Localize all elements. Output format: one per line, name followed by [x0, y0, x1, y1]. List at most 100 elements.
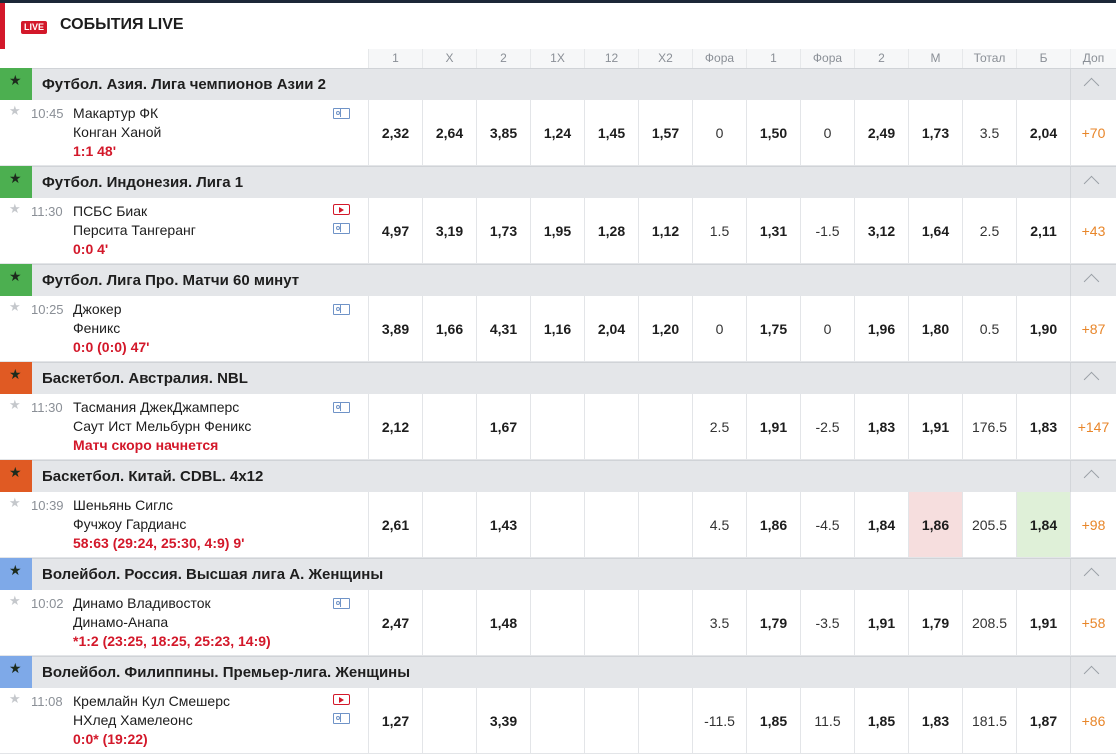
odds-cell[interactable]: 1,48 [476, 590, 530, 656]
team-home[interactable]: Динамо Владивосток [73, 595, 211, 611]
odds-cell[interactable]: -11.5 [692, 688, 746, 754]
odds-cell[interactable]: 11.5 [800, 688, 854, 754]
event-favorite-star-icon[interactable]: ★ [9, 300, 21, 313]
league-favorite-star-icon[interactable]: ★ [9, 661, 22, 675]
odds-cell[interactable]: 1,20 [638, 296, 692, 362]
league-header[interactable]: ★ Футбол. Индонезия. Лига 1 [0, 166, 1116, 199]
league-name[interactable]: Баскетбол. Китай. CDBL. 4x12 [42, 468, 263, 485]
team-away[interactable]: Фучжоу Гардианс [73, 516, 186, 532]
event-row[interactable]: 4,97 3,19 1,73 1,95 1,28 1,12 1.5 1,31 -1.5 3,12 1… [0, 198, 1116, 264]
odds-cell[interactable]: 1,73 [908, 100, 962, 166]
collapse-league-button[interactable] [1070, 69, 1116, 101]
odds-cell[interactable]: 1,84 [854, 492, 908, 558]
league-name[interactable]: Волейбол. Филиппины. Премьер-лига. Женщи… [42, 664, 410, 681]
odds-cell[interactable]: 0 [692, 296, 746, 362]
collapse-league-button[interactable] [1070, 265, 1116, 297]
odds-cell[interactable]: 4,31 [476, 296, 530, 362]
odds-cell[interactable]: 2,32 [368, 100, 422, 166]
event-row[interactable]: 2,61 1,43 4.5 1,86 -4.5 1,84 1,86 205.5 1,84 +98 ★… [0, 492, 1116, 558]
event-favorite-star-icon[interactable]: ★ [9, 202, 21, 215]
more-markets-link[interactable]: +147 [1070, 394, 1116, 460]
odds-cell[interactable]: 1,86 [746, 492, 800, 558]
odds-cell[interactable]: 1,12 [638, 198, 692, 264]
odds-cell[interactable]: 1,16 [530, 296, 584, 362]
team-home[interactable]: Макартур ФК [73, 105, 158, 121]
odds-cell[interactable]: 2,04 [584, 296, 638, 362]
odds-cell[interactable]: 1,85 [746, 688, 800, 754]
match-stats-icon[interactable] [333, 304, 350, 315]
event-row[interactable]: 2,12 1,67 2.5 1,91 -2.5 1,83 1,91 176.5 1,83 +147… [0, 394, 1116, 460]
odds-cell[interactable]: 1,27 [368, 688, 422, 754]
odds-cell[interactable]: 181.5 [962, 688, 1016, 754]
more-markets-link[interactable]: +98 [1070, 492, 1116, 558]
odds-cell[interactable]: 1,91 [854, 590, 908, 656]
odds-cell[interactable]: 176.5 [962, 394, 1016, 460]
event-favorite-star-icon[interactable]: ★ [9, 496, 21, 509]
league-name[interactable]: Футбол. Лига Про. Матчи 60 минут [42, 272, 299, 289]
collapse-league-button[interactable] [1070, 461, 1116, 493]
odds-cell[interactable]: 3.5 [692, 590, 746, 656]
league-header[interactable]: ★ Баскетбол. Китай. CDBL. 4x12 [0, 460, 1116, 493]
odds-cell[interactable]: 2,04 [1016, 100, 1070, 166]
odds-cell[interactable]: 1,85 [854, 688, 908, 754]
odds-cell[interactable]: 1,91 [746, 394, 800, 460]
odds-cell[interactable]: 1,79 [908, 590, 962, 656]
team-away[interactable]: Динамо-Анапа [73, 614, 168, 630]
league-favorite-star-icon[interactable]: ★ [9, 563, 22, 577]
team-home[interactable]: Кремлайн Кул Смешерс [73, 693, 230, 709]
odds-cell[interactable]: 1,90 [1016, 296, 1070, 362]
odds-cell[interactable]: 1,79 [746, 590, 800, 656]
odds-cell[interactable]: 1,50 [746, 100, 800, 166]
odds-cell[interactable]: -2.5 [800, 394, 854, 460]
odds-cell[interactable]: 4,97 [368, 198, 422, 264]
team-home[interactable]: Тасмания ДжекДжамперс [73, 399, 239, 415]
league-favorite-star-icon[interactable]: ★ [9, 465, 22, 479]
odds-cell[interactable]: 1,83 [908, 688, 962, 754]
collapse-league-button[interactable] [1070, 657, 1116, 689]
odds-cell[interactable]: 1,28 [584, 198, 638, 264]
odds-cell[interactable]: 1,87 [1016, 688, 1070, 754]
league-name[interactable]: Баскетбол. Австралия. NBL [42, 370, 248, 387]
odds-cell[interactable]: 1,43 [476, 492, 530, 558]
odds-cell[interactable]: 1,86 [908, 492, 962, 558]
event-row[interactable]: 2,32 2,64 3,85 1,24 1,45 1,57 0 1,50 0 2,49 1,73 3.… [0, 100, 1116, 166]
odds-cell[interactable]: 4.5 [692, 492, 746, 558]
odds-cell[interactable]: 2,12 [368, 394, 422, 460]
league-favorite-star-icon[interactable]: ★ [9, 367, 22, 381]
odds-cell[interactable]: -4.5 [800, 492, 854, 558]
odds-cell[interactable]: 0 [800, 100, 854, 166]
league-favorite-star-icon[interactable]: ★ [9, 171, 22, 185]
league-header[interactable]: ★ Баскетбол. Австралия. NBL [0, 362, 1116, 395]
odds-cell[interactable]: 1,24 [530, 100, 584, 166]
odds-cell[interactable]: 1,80 [908, 296, 962, 362]
odds-cell[interactable]: 2.5 [692, 394, 746, 460]
odds-cell[interactable]: 3,19 [422, 198, 476, 264]
team-home[interactable]: ПСБС Биак [73, 203, 147, 219]
collapse-league-button[interactable] [1070, 167, 1116, 199]
odds-cell[interactable]: 1,91 [908, 394, 962, 460]
more-markets-link[interactable]: +70 [1070, 100, 1116, 166]
more-markets-link[interactable]: +58 [1070, 590, 1116, 656]
match-stats-icon[interactable] [333, 713, 350, 724]
odds-cell[interactable]: 3,39 [476, 688, 530, 754]
odds-cell[interactable]: 1,84 [1016, 492, 1070, 558]
collapse-league-button[interactable] [1070, 363, 1116, 395]
league-header[interactable]: ★ Волейбол. Россия. Высшая лига А. Женщин… [0, 558, 1116, 591]
league-header[interactable]: ★ Футбол. Азия. Лига чемпионов Азии 2 [0, 68, 1116, 101]
event-favorite-star-icon[interactable]: ★ [9, 104, 21, 117]
odds-cell[interactable]: 205.5 [962, 492, 1016, 558]
team-home[interactable]: Джокер [73, 301, 122, 317]
team-away[interactable]: Феникс [73, 320, 120, 336]
more-markets-link[interactable]: +86 [1070, 688, 1116, 754]
video-stream-icon[interactable] [333, 694, 350, 705]
event-favorite-star-icon[interactable]: ★ [9, 398, 21, 411]
team-away[interactable]: Саут Ист Мельбурн Феникс [73, 418, 251, 434]
odds-cell[interactable]: 1,73 [476, 198, 530, 264]
league-header[interactable]: ★ Футбол. Лига Про. Матчи 60 минут [0, 264, 1116, 297]
odds-cell[interactable]: 3,85 [476, 100, 530, 166]
video-stream-icon[interactable] [333, 204, 350, 215]
odds-cell[interactable]: 1,83 [854, 394, 908, 460]
more-markets-link[interactable]: +87 [1070, 296, 1116, 362]
odds-cell[interactable]: 3,89 [368, 296, 422, 362]
match-stats-icon[interactable] [333, 402, 350, 413]
